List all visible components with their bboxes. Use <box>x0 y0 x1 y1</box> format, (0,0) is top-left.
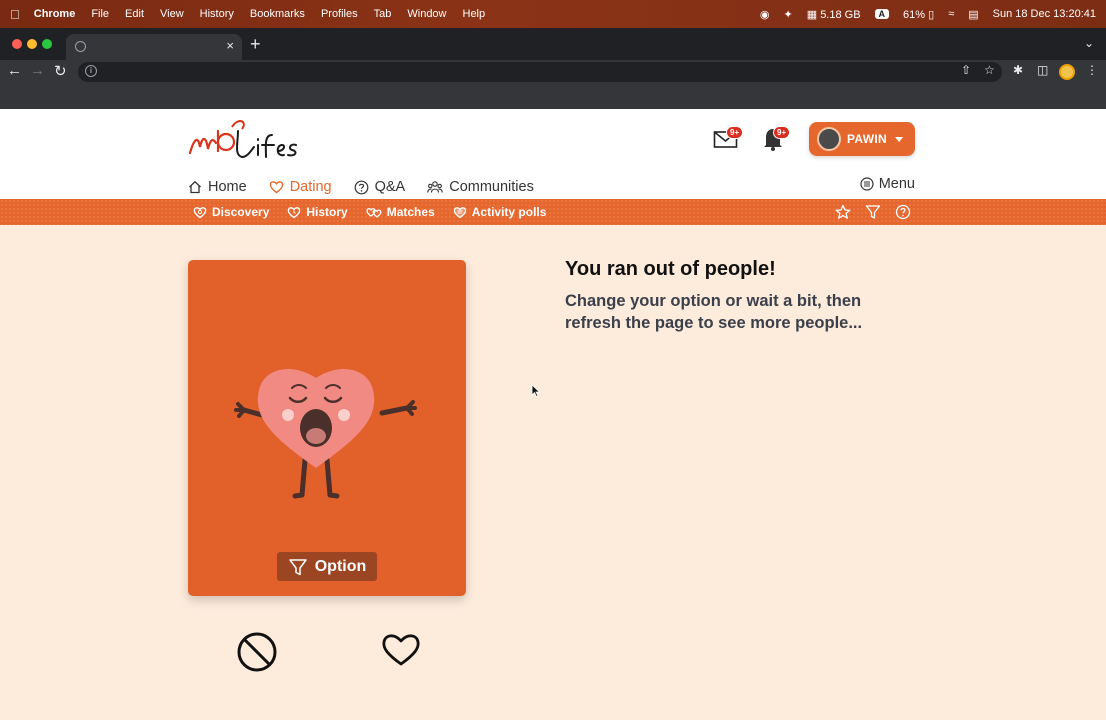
avatar <box>817 127 841 151</box>
battery-status[interactable]: 61% ▯ <box>903 8 934 21</box>
forward-arrow-icon[interactable]: → <box>30 62 45 79</box>
menu-tab[interactable]: Tab <box>374 8 392 20</box>
globe-icon <box>75 41 86 52</box>
people-icon <box>427 181 443 193</box>
nav-item-dating[interactable]: Dating <box>269 179 332 195</box>
reload-icon[interactable]: ↻ <box>54 62 67 80</box>
menu-label: Menu <box>878 176 915 192</box>
extensions-icon[interactable]: ✱ <box>1013 63 1023 77</box>
sub-nav-discovery[interactable]: Discovery <box>193 205 269 219</box>
nav-item-label: Home <box>208 179 247 195</box>
sub-nav-label: Discovery <box>212 205 270 219</box>
empty-state-card: Option <box>188 260 466 596</box>
messages-button[interactable]: 9+ <box>713 126 744 154</box>
menu-window[interactable]: Window <box>407 8 446 20</box>
memory-value: 5.18 GB <box>820 8 861 21</box>
sub-nav-label: History <box>306 205 348 219</box>
option-button[interactable]: Option <box>277 552 377 581</box>
poll-icon <box>453 206 467 218</box>
browser-toolbar: ← → ↻ i ⇧ ☆ ✱ ◫ ⋮ <box>0 60 1106 84</box>
nav-item-label: Dating <box>289 179 332 195</box>
back-arrow-icon[interactable]: ← <box>7 62 22 79</box>
menu-help[interactable]: Help <box>463 8 486 20</box>
minimize-window-button[interactable] <box>27 39 37 49</box>
caret-down-icon <box>895 137 903 142</box>
notifications-badge: 9+ <box>773 126 791 139</box>
clock[interactable]: Sun 18 Dec 13:20:41 <box>993 8 1096 20</box>
question-circle-icon <box>354 180 369 194</box>
option-label: Option <box>314 557 367 575</box>
empty-state-subtitle: Change your option or wait a bit, then r… <box>565 292 863 332</box>
filter-icon[interactable] <box>865 204 881 220</box>
profile-avatar-icon[interactable] <box>1059 64 1075 80</box>
menu-edit[interactable]: Edit <box>125 8 144 20</box>
heart-icon <box>269 181 283 194</box>
menu-profiles[interactable]: Profiles <box>321 8 358 20</box>
new-tab-button[interactable]: + <box>250 34 261 55</box>
notifications-button[interactable]: 9+ <box>762 126 791 156</box>
hearts-icon <box>366 207 382 218</box>
messages-badge: 9+ <box>726 126 744 139</box>
wifi-icon[interactable]: ≈ <box>948 8 954 20</box>
battery-percent: 61% <box>903 8 926 21</box>
record-icon[interactable]: ◉ <box>760 8 770 21</box>
sleeping-heart-mascot-illustration <box>234 368 417 499</box>
browser-infobar <box>0 84 1106 109</box>
tab-search-chevron-icon[interactable]: ⌄ <box>1084 36 1094 50</box>
close-window-button[interactable] <box>12 39 22 49</box>
macos-menu-bar:  Chrome File Edit View History Bookmark… <box>0 0 1106 28</box>
miolifes-logo[interactable] <box>188 117 300 161</box>
menu-file[interactable]: File <box>91 8 109 20</box>
nav-item-communities[interactable]: Communities <box>427 179 534 195</box>
tools-icon[interactable]: ✦ <box>784 8 793 21</box>
main-nav: Home Dating Q&A Communities <box>188 176 556 198</box>
menu-circle-icon <box>860 177 874 191</box>
apple-icon[interactable]:  <box>10 7 20 22</box>
more-menu-icon[interactable]: ⋮ <box>1086 63 1098 77</box>
nav-item-home[interactable]: Home <box>188 179 247 195</box>
sub-nav-label: Activity polls <box>471 205 547 219</box>
profile-menu-button[interactable]: PAWIN <box>809 122 915 156</box>
browser-tabstrip: × + ⌄ <box>0 28 1106 60</box>
heart-history-icon <box>288 206 301 218</box>
heart-search-icon <box>193 206 207 218</box>
like-button[interactable] <box>381 632 421 668</box>
control-center-icon[interactable]: ▤ <box>968 8 978 21</box>
input-source[interactable]: A <box>874 9 890 19</box>
sub-nav-history[interactable]: History <box>287 205 348 219</box>
zoom-window-button[interactable] <box>42 39 52 49</box>
menu-view[interactable]: View <box>160 8 184 20</box>
dating-sub-nav: Discovery History Matches Activity polls <box>0 199 1106 225</box>
memory-status[interactable]: ▦ 5.18 GB <box>807 8 861 21</box>
filter-icon <box>288 558 307 575</box>
sub-nav-label: Matches <box>386 205 435 219</box>
address-bar[interactable]: i <box>78 62 1002 82</box>
nav-item-label: Q&A <box>374 179 406 195</box>
menu-button[interactable]: Menu <box>860 176 915 192</box>
empty-state-title: You ran out of people! <box>565 258 776 280</box>
sub-nav-matches[interactable]: Matches <box>366 205 435 219</box>
menu-history[interactable]: History <box>200 8 234 20</box>
star-icon[interactable] <box>835 204 851 220</box>
profile-name: PAWIN <box>847 132 887 146</box>
tab-close-icon[interactable]: × <box>226 38 234 53</box>
menu-app-name[interactable]: Chrome <box>34 8 76 20</box>
side-panel-icon[interactable]: ◫ <box>1037 63 1048 77</box>
nav-item-qa[interactable]: Q&A <box>354 179 406 195</box>
mouse-cursor-icon <box>531 384 541 398</box>
nav-item-label: Communities <box>449 179 534 195</box>
browser-tab[interactable]: × <box>66 34 242 60</box>
reject-button[interactable] <box>236 631 278 673</box>
site-info-icon[interactable]: i <box>85 65 97 77</box>
share-icon[interactable]: ⇧ <box>961 63 971 77</box>
site-header: 9+ 9+ PAWIN Home Dating Q&A Communities … <box>0 109 1106 199</box>
help-icon[interactable] <box>895 204 911 220</box>
home-icon <box>189 180 201 194</box>
menu-bookmarks[interactable]: Bookmarks <box>250 8 305 20</box>
sub-nav-activity-polls[interactable]: Activity polls <box>453 205 547 219</box>
bookmark-star-icon[interactable]: ☆ <box>984 63 995 77</box>
